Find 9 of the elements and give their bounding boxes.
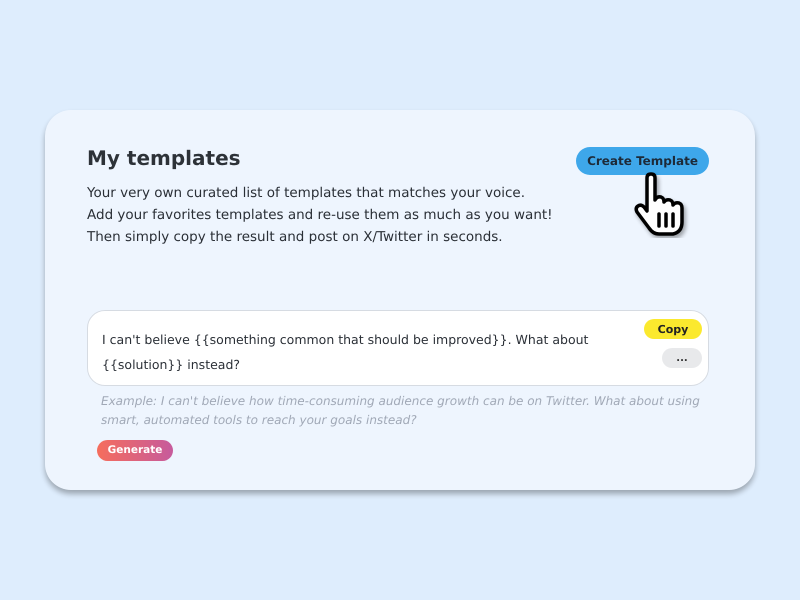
more-button[interactable]: ... — [662, 348, 702, 368]
create-template-button[interactable]: Create Template — [576, 147, 709, 175]
page-title: My templates — [87, 146, 242, 170]
description-line: Your very own curated list of templates that matches your voice. — [87, 184, 526, 203]
example-text: Example: I can't believe how time-consuming audience growth can be on Twitter. What about using smart, automated tools to reach your goals instead? — [101, 393, 701, 429]
description-line: Add your favorites templates and re-use them as much as you want! — [87, 206, 553, 225]
description-line: Then simply copy the result and post on X/Twitter in seconds. — [87, 228, 504, 247]
template-text: I can't believe {{something common that should be improved}}. What about {{solution}} instead? — [102, 331, 590, 374]
copy-button[interactable]: Copy — [644, 319, 702, 339]
